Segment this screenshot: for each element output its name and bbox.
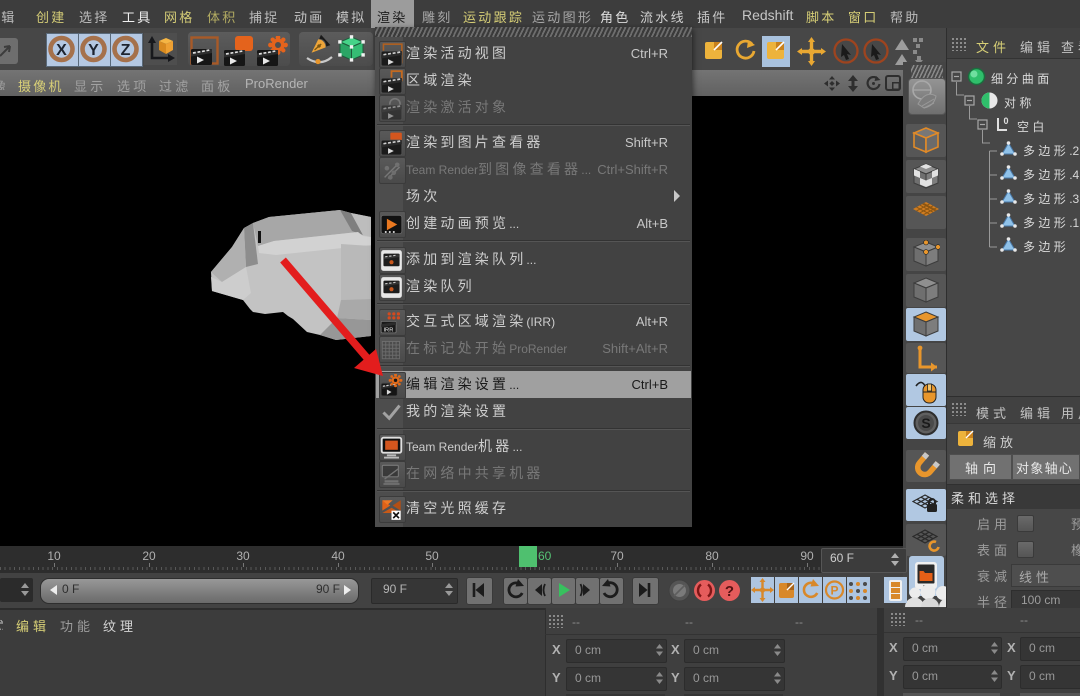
- svg-text:IRR: IRR: [383, 328, 393, 334]
- svg-text:0: 0: [1003, 116, 1008, 126]
- svg-text:P: P: [830, 584, 838, 598]
- svg-text:Z: Z: [121, 42, 131, 59]
- svg-text:S: S: [921, 415, 930, 431]
- svg-text:Y: Y: [88, 42, 99, 59]
- svg-text:?: ?: [725, 583, 734, 600]
- svg-text:X: X: [56, 42, 67, 59]
